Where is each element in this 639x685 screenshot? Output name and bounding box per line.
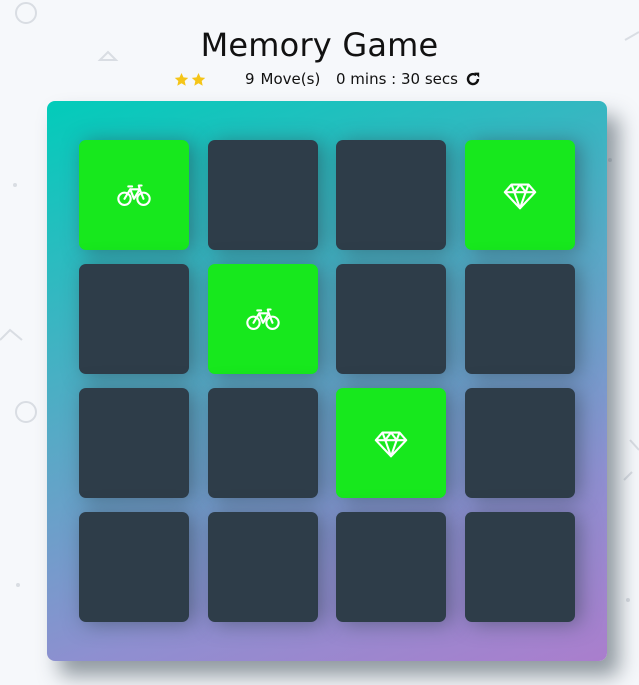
card-4-1[interactable]: [79, 512, 189, 622]
diamond-icon: [372, 424, 410, 462]
timer: 0 mins : 30 secs: [336, 70, 458, 88]
card-2-1[interactable]: [79, 264, 189, 374]
star-icon: [191, 71, 206, 86]
card-1-4[interactable]: [464, 140, 575, 250]
card-2-2[interactable]: [207, 264, 318, 374]
bicycle-icon: [115, 176, 153, 214]
card-1-1[interactable]: [79, 140, 189, 250]
card-4-2[interactable]: [207, 512, 318, 622]
memory-game-page: Memory Game 9 Move(s) 0 mins : 30 secs: [0, 0, 639, 685]
card-4-4[interactable]: [464, 512, 575, 622]
card-4-3[interactable]: [336, 512, 446, 622]
move-counter: 9 Move(s): [245, 68, 320, 90]
moves-label: Move(s): [260, 70, 321, 88]
card-2-3[interactable]: [336, 264, 446, 374]
card-3-2[interactable]: [207, 388, 318, 498]
card-1-2[interactable]: [207, 140, 318, 250]
diamond-icon: [501, 176, 539, 214]
moves-count: 9: [245, 70, 255, 88]
card-1-3[interactable]: [336, 140, 446, 250]
star-rating: [174, 68, 206, 86]
card-3-3[interactable]: [336, 388, 446, 498]
restart-icon[interactable]: [465, 71, 481, 87]
star-icon: [174, 71, 189, 86]
card-deck: [47, 101, 607, 661]
card-3-4[interactable]: [464, 388, 575, 498]
bicycle-icon: [244, 300, 282, 338]
card-3-1[interactable]: [79, 388, 189, 498]
page-title: Memory Game: [200, 26, 439, 65]
score-panel: 9 Move(s) 0 mins : 30 secs: [0, 68, 639, 90]
card-2-4[interactable]: [464, 264, 575, 374]
